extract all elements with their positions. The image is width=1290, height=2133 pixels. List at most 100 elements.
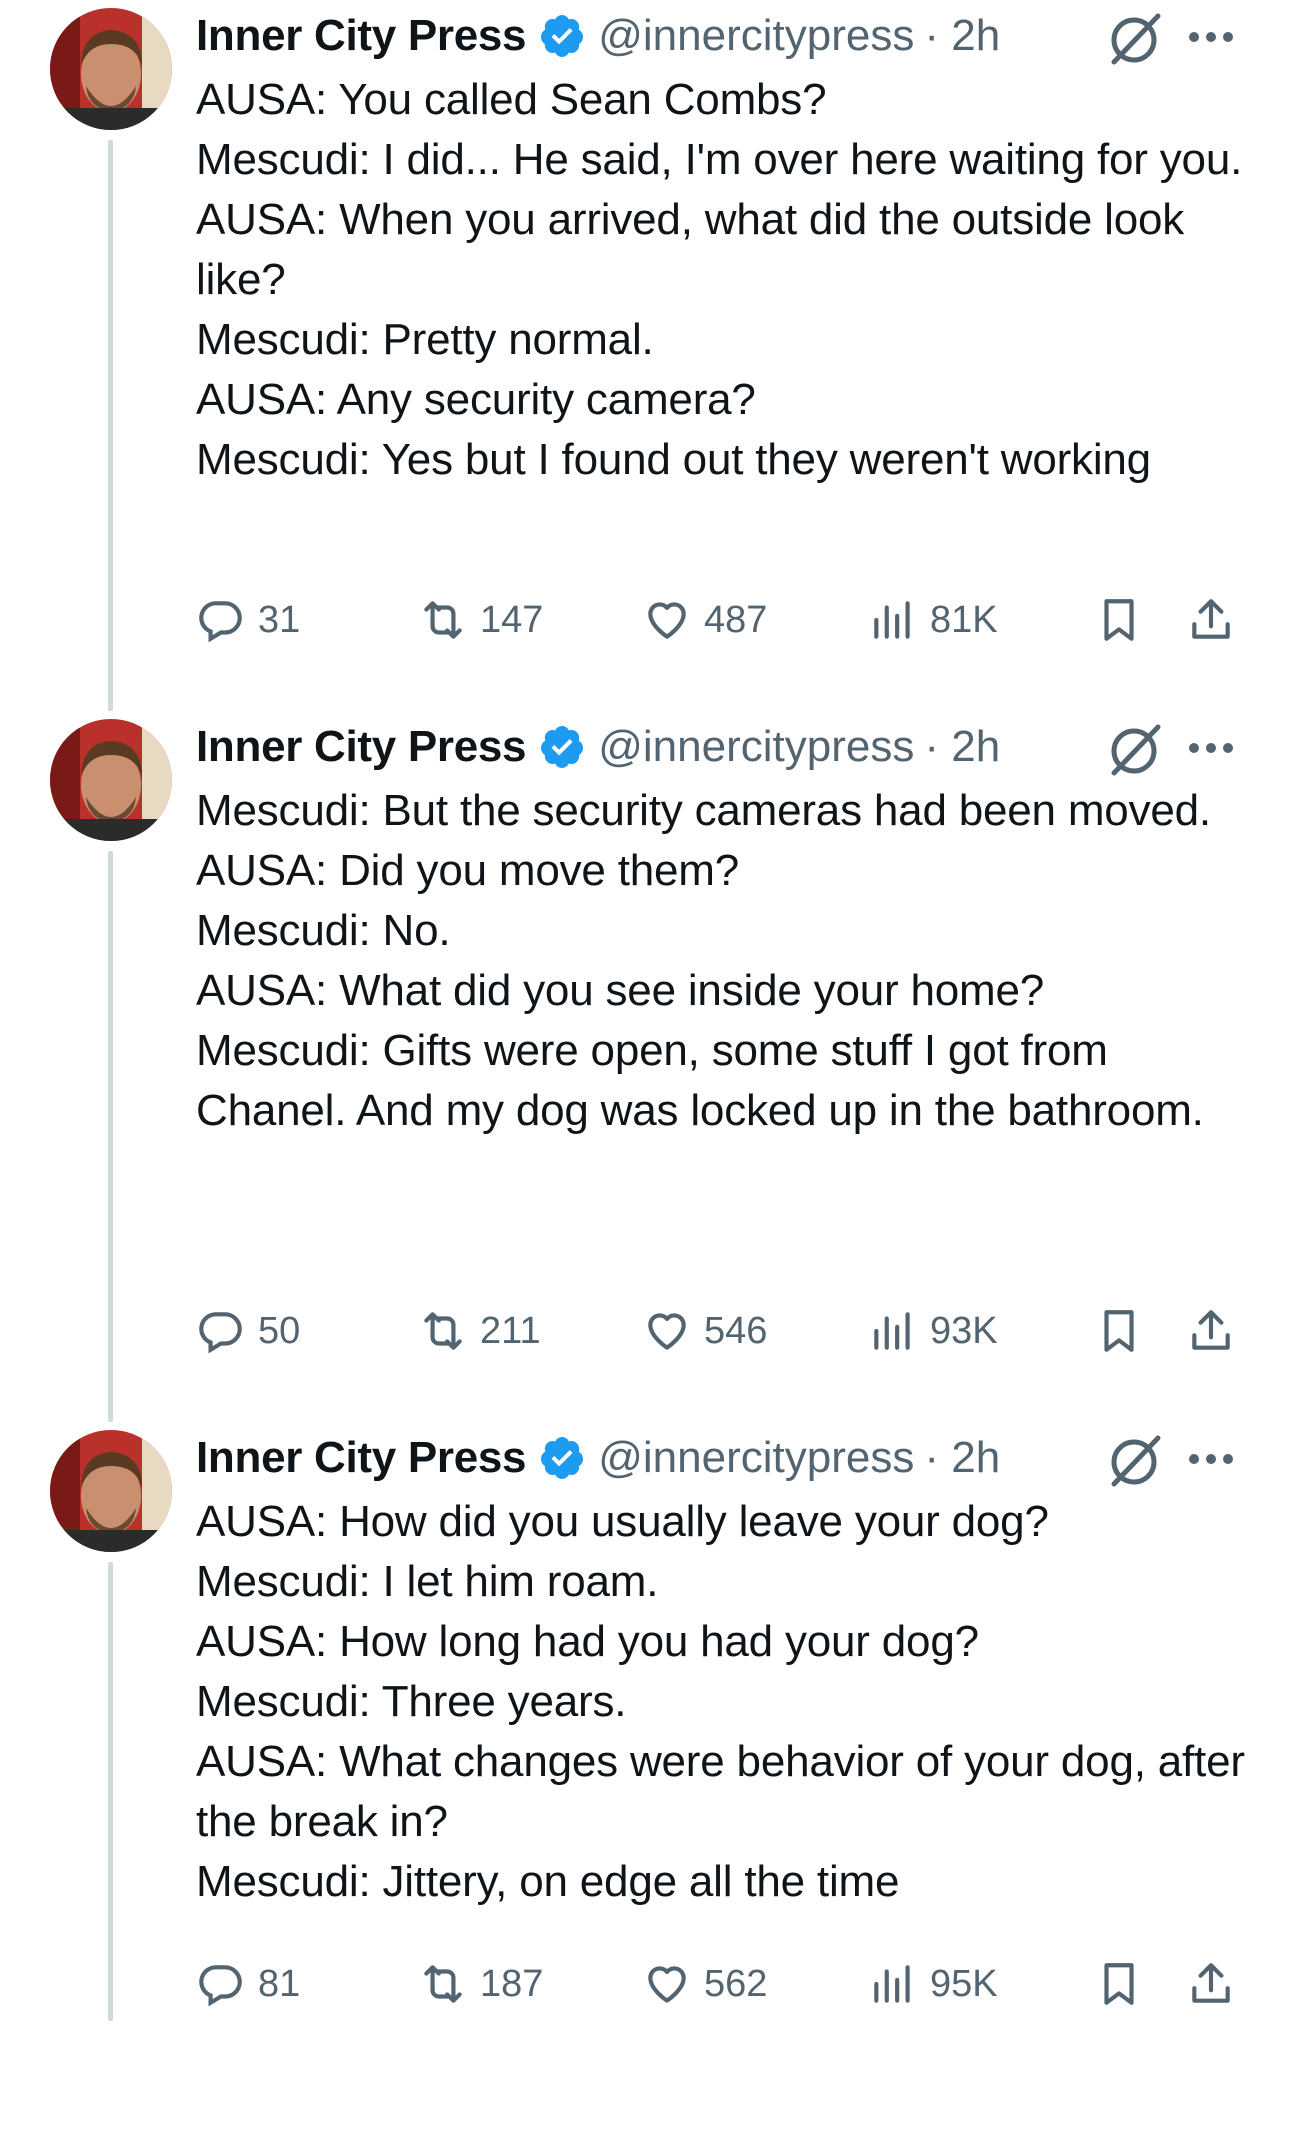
views-button[interactable]: 81K xyxy=(868,592,998,648)
avatar[interactable] xyxy=(50,719,172,841)
grok-icon[interactable] xyxy=(1108,10,1164,66)
bookmark-icon xyxy=(1104,599,1134,641)
reply-button[interactable]: 31 xyxy=(196,592,300,648)
like-button[interactable]: 487 xyxy=(642,592,767,648)
avatar[interactable] xyxy=(50,8,172,130)
reply-button[interactable]: 81 xyxy=(196,1956,300,2012)
tweet-line: Mescudi: Three years. xyxy=(196,1677,627,1726)
reply-icon xyxy=(199,1312,242,1354)
bookmark-button[interactable] xyxy=(1094,1956,1144,2012)
author-handle[interactable]: @innercitypress xyxy=(598,722,914,772)
reply-count: 31 xyxy=(258,598,301,641)
reply-button[interactable]: 50 xyxy=(196,1303,300,1359)
repost-count: 187 xyxy=(480,1962,544,2005)
grok-icon[interactable] xyxy=(1108,721,1164,777)
repost-count: 211 xyxy=(480,1309,541,1352)
share-icon xyxy=(1192,599,1230,639)
action-bar: 50 211 546 93K xyxy=(196,1303,1256,1359)
avatar-image xyxy=(50,719,172,841)
avatar[interactable] xyxy=(50,1430,172,1552)
views-button[interactable]: 95K xyxy=(868,1956,998,2012)
timestamp[interactable]: · 2h xyxy=(924,722,1000,772)
share-button[interactable] xyxy=(1186,592,1236,648)
thread-line xyxy=(108,851,113,1422)
verified-badge-icon xyxy=(541,726,584,768)
tweet-line: Mescudi: Gifts were open, some stuff I g… xyxy=(196,1026,1204,1135)
repost-button[interactable]: 147 xyxy=(418,592,543,648)
like-button[interactable]: 562 xyxy=(642,1956,767,2012)
tweet-line: Mescudi: No. xyxy=(196,906,451,955)
reply-count: 50 xyxy=(258,1309,301,1352)
share-icon xyxy=(1192,1963,1230,2003)
share-button[interactable] xyxy=(1186,1303,1236,1359)
tweet[interactable]: Inner City Press @innercitypress · 2h AU… xyxy=(0,0,1290,711)
repost-button[interactable]: 187 xyxy=(418,1956,543,2012)
tweet-line: Mescudi: Jittery, on edge all the time xyxy=(196,1857,900,1906)
reply-count: 81 xyxy=(258,1962,301,2005)
share-icon xyxy=(1192,1310,1230,1350)
repost-count: 147 xyxy=(480,598,544,641)
like-count: 562 xyxy=(704,1962,768,2005)
views-button[interactable]: 93K xyxy=(868,1303,998,1359)
tweet-line: AUSA: What changes were behavior of your… xyxy=(196,1737,1245,1846)
author-name[interactable]: Inner City Press xyxy=(196,11,527,61)
tweet-text: Mescudi: But the security cameras had be… xyxy=(196,781,1256,1141)
author-handle[interactable]: @innercitypress xyxy=(598,1433,914,1483)
like-icon xyxy=(648,1966,686,2003)
tweet[interactable]: Inner City Press @innercitypress · 2h AU… xyxy=(0,1422,1290,2133)
like-icon xyxy=(648,602,686,639)
author-name[interactable]: Inner City Press xyxy=(196,722,527,772)
tweet-line: AUSA: Did you move them? xyxy=(196,846,739,895)
author-handle[interactable]: @innercitypress xyxy=(598,11,914,61)
reply-icon xyxy=(199,1965,242,2007)
repost-icon xyxy=(424,1965,462,2003)
share-button[interactable] xyxy=(1186,1956,1236,2012)
author-name[interactable]: Inner City Press xyxy=(196,1433,527,1483)
action-bar: 81 187 562 95K xyxy=(196,1956,1256,2012)
tweet-line: AUSA: How long had you had your dog? xyxy=(196,1617,979,1666)
repost-icon xyxy=(424,601,462,639)
more-icon[interactable] xyxy=(1188,30,1234,44)
more-icon[interactable] xyxy=(1188,741,1234,755)
verified-badge-icon xyxy=(541,15,584,57)
like-button[interactable]: 546 xyxy=(642,1303,767,1359)
tweet-header: Inner City Press @innercitypress · 2h xyxy=(196,0,1000,72)
tweet-line: AUSA: When you arrived, what did the out… xyxy=(196,195,1185,304)
tweet-line: AUSA: You called Sean Combs? xyxy=(196,75,827,124)
action-bar: 31 147 487 81K xyxy=(196,592,1256,648)
repost-button[interactable]: 211 xyxy=(418,1303,541,1359)
views-icon xyxy=(874,601,910,639)
tweet[interactable]: Inner City Press @innercitypress · 2h Me… xyxy=(0,711,1290,1422)
tweet-line: Mescudi: I let him roam. xyxy=(196,1557,659,1606)
timestamp[interactable]: · 2h xyxy=(924,11,1000,61)
timestamp[interactable]: · 2h xyxy=(924,1433,1000,1483)
thread-line xyxy=(108,140,113,711)
tweet-line: Mescudi: Pretty normal. xyxy=(196,315,654,364)
tweet-line: Mescudi: Yes but I found out they weren'… xyxy=(196,435,1151,484)
bookmark-icon xyxy=(1104,1963,1134,2005)
like-icon xyxy=(648,1313,686,1350)
tweet-header: Inner City Press @innercitypress · 2h xyxy=(196,1422,1000,1494)
tweet-text: AUSA: You called Sean Combs? Mescudi: I … xyxy=(196,70,1256,490)
like-count: 546 xyxy=(704,1309,768,1352)
bookmark-button[interactable] xyxy=(1094,592,1144,648)
tweet-line: AUSA: What did you see inside your home? xyxy=(196,966,1045,1015)
tweet-line: AUSA: Any security camera? xyxy=(196,375,756,424)
bookmark-button[interactable] xyxy=(1094,1303,1144,1359)
grok-icon[interactable] xyxy=(1108,1432,1164,1488)
tweet-line: Mescudi: But the security cameras had be… xyxy=(196,786,1211,835)
tweet-line: AUSA: How did you usually leave your dog… xyxy=(196,1497,1049,1546)
views-count: 81K xyxy=(930,598,998,641)
views-icon xyxy=(874,1965,910,2003)
tweet-header: Inner City Press @innercitypress · 2h xyxy=(196,711,1000,783)
views-count: 95K xyxy=(930,1962,998,2005)
like-count: 487 xyxy=(704,598,768,641)
tweet-line: Mescudi: I did... He said, I'm over here… xyxy=(196,135,1243,184)
avatar-image xyxy=(50,1430,172,1552)
avatar-image xyxy=(50,8,172,130)
tweet-text: AUSA: How did you usually leave your dog… xyxy=(196,1492,1256,1912)
repost-icon xyxy=(424,1312,462,1350)
more-icon[interactable] xyxy=(1188,1452,1234,1466)
views-count: 93K xyxy=(930,1309,998,1352)
thread-line xyxy=(108,1562,113,2021)
